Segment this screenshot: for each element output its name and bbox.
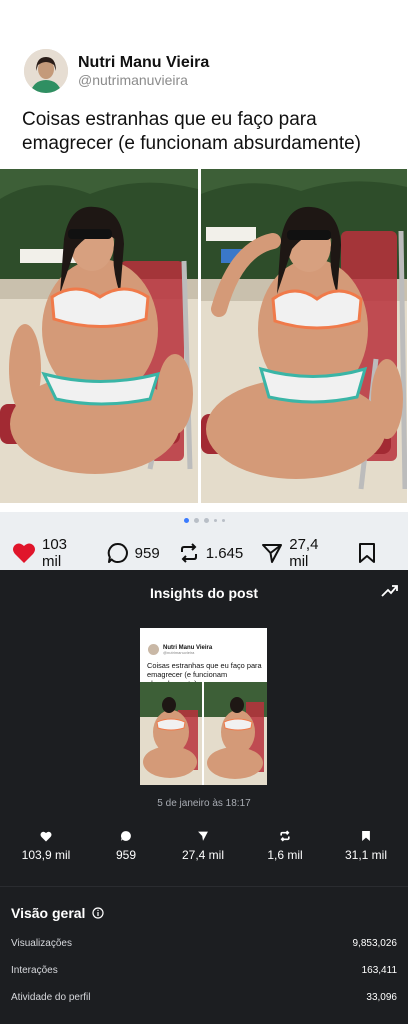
stat-comments: 959: [86, 829, 166, 862]
comment-bubble-icon: [120, 831, 131, 841]
stat-saves: 31,1 mil: [326, 829, 406, 862]
post-action-bar: 103 mil 959 1.645 27,4 mil: [0, 512, 408, 570]
thumbnail-author: Nutri Manu Vieira @nutrimanuvieira: [148, 644, 212, 655]
overview-header: Visão geral: [11, 905, 105, 921]
metric-label: Atividade do perfil: [11, 992, 91, 1003]
comment-bubble-icon: [107, 542, 128, 563]
send-paper-plane-icon: [198, 831, 208, 841]
thumbnail-avatar: [148, 644, 159, 655]
stat-likes: 103,9 mil: [6, 829, 86, 862]
post-caption: Coisas estranhas que eu faço para emagre…: [22, 109, 362, 154]
carousel-dot-active[interactable]: [183, 518, 189, 523]
comment-count: 959: [134, 544, 160, 562]
author-handle[interactable]: @nutrimanuvieira: [78, 72, 209, 88]
overview-title: Visão geral: [11, 905, 86, 921]
carousel-dot[interactable]: [203, 518, 209, 523]
like-button[interactable]: 103 mil: [12, 536, 89, 570]
repost-count: 1.645: [205, 544, 244, 562]
bookmark-icon: [362, 831, 370, 841]
share-count: 27,4 mil: [289, 536, 319, 570]
divider: [0, 886, 408, 887]
metric-label: Visualizações: [11, 938, 72, 949]
post-card: Nutri Manu Vieira @nutrimanuvieira Coisa…: [0, 0, 408, 512]
like-count: 103 mil: [42, 536, 68, 570]
stat-reposts-value: 1,6 mil: [267, 848, 303, 862]
author-name[interactable]: Nutri Manu Vieira: [78, 54, 209, 72]
comment-button[interactable]: 959: [107, 542, 160, 564]
metric-value: 163,411: [361, 965, 397, 976]
thumbnail-photos: [140, 682, 267, 785]
stat-likes-value: 103,9 mil: [21, 848, 71, 862]
repost-arrows-icon: [280, 830, 290, 842]
bookmark-icon: [359, 543, 375, 563]
thumbnail-author-handle: @nutrimanuvieira: [163, 649, 195, 655]
carousel-indicator[interactable]: [0, 518, 408, 523]
post-photo-left[interactable]: [0, 169, 198, 503]
post-author[interactable]: Nutri Manu Vieira @nutrimanuvieira: [24, 49, 209, 93]
share-button[interactable]: 27,4 mil: [261, 536, 340, 570]
info-circle-icon[interactable]: [92, 907, 105, 919]
save-button[interactable]: [358, 543, 376, 563]
insights-title: Insights do post: [149, 585, 259, 601]
insights-panel: Insights do post Nutri Manu Vieira @nutr…: [0, 570, 408, 1024]
repost-button[interactable]: 1.645: [178, 542, 244, 564]
repost-arrows-icon: [180, 543, 197, 563]
send-paper-plane-icon: [262, 544, 283, 563]
metric-row-views[interactable]: Visualizações 9,853,026: [11, 938, 397, 954]
post-photo-right[interactable]: [201, 169, 407, 503]
stat-shares-value: 27,4 mil: [181, 848, 225, 862]
avatar[interactable]: [24, 49, 68, 93]
post-photos[interactable]: [0, 169, 408, 503]
carousel-dot[interactable]: [221, 519, 225, 522]
heart-icon: [13, 543, 35, 563]
carousel-dot[interactable]: [193, 518, 199, 523]
metric-row-interactions[interactable]: Interações 163,411: [11, 965, 397, 981]
trend-button[interactable]: [381, 583, 399, 604]
stat-shares: 27,4 mil: [163, 829, 243, 862]
stat-reposts: 1,6 mil: [245, 829, 325, 862]
heart-icon: [40, 831, 52, 841]
post-thumbnail[interactable]: Nutri Manu Vieira @nutrimanuvieira Coisa…: [140, 628, 267, 785]
metric-row-profile-activity[interactable]: Atividade do perfil 33,096: [11, 992, 397, 1008]
post-date: 5 de janeiro às 18:17: [157, 798, 251, 809]
carousel-dot[interactable]: [213, 519, 217, 522]
stat-saves-value: 31,1 mil: [344, 848, 388, 862]
metric-value: 9,853,026: [352, 938, 398, 949]
metric-label: Interações: [11, 965, 58, 976]
stat-comments-value: 959: [115, 848, 137, 862]
metric-value: 33,096: [366, 992, 397, 1003]
insights-stats-row: 103,9 mil 959 27,4 mil 1,6 mil 31,1 mil: [0, 829, 408, 869]
trending-up-icon: [381, 585, 398, 597]
